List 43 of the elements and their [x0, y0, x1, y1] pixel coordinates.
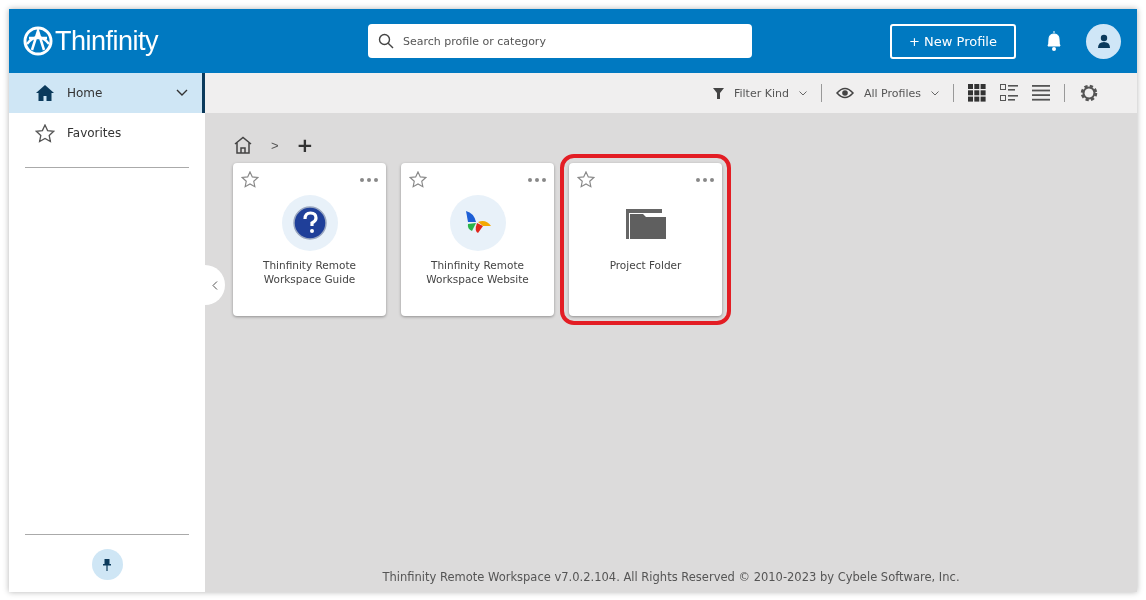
question-mark-icon — [281, 195, 338, 251]
profile-card[interactable]: Thinfinity Remote Workspace Guide — [233, 163, 386, 316]
star-icon[interactable] — [409, 171, 427, 188]
search-field[interactable]: Search profile or category — [368, 24, 752, 58]
more-icon[interactable] — [528, 177, 546, 182]
home-icon — [35, 84, 55, 102]
chevron-left-icon — [212, 280, 218, 290]
card-title: Thinfinity Remote Workspace Website — [425, 258, 530, 286]
profile-card[interactable]: Project Folder — [569, 163, 722, 316]
card-title: Thinfinity Remote Workspace Guide — [262, 258, 357, 286]
star-icon — [35, 123, 55, 143]
person-icon — [1097, 34, 1110, 48]
pin-icon — [103, 558, 111, 571]
list-view-icon[interactable] — [1032, 85, 1050, 101]
home-icon[interactable] — [233, 136, 253, 154]
new-profile-button[interactable]: + New Profile — [890, 23, 1016, 59]
sidebar-item[interactable]: Favorites — [9, 113, 205, 153]
footer-text: Thinfinity Remote Workspace v7.0.2.104. All Rights Reserved © 2010-2023 by Cybele Software, Inc. — [381, 570, 961, 584]
star-icon[interactable] — [577, 171, 595, 188]
sidebar-item[interactable]: Home — [9, 73, 205, 113]
more-icon[interactable] — [696, 177, 714, 182]
chevron-down-icon — [176, 89, 188, 97]
filter-kind-dropdown[interactable]: Filter Kind — [712, 86, 807, 100]
more-icon[interactable] — [360, 177, 378, 182]
bell-icon[interactable] — [1046, 30, 1062, 52]
chevron-down-icon — [931, 90, 939, 96]
breadcrumb-separator: > — [271, 137, 279, 153]
profiles-dropdown[interactable]: All Profiles — [835, 86, 939, 100]
pin-button[interactable] — [91, 549, 123, 580]
add-button[interactable]: + — [296, 133, 314, 157]
star-icon[interactable] — [241, 171, 259, 188]
settings-icon[interactable] — [1079, 83, 1099, 103]
globe-logo-icon — [23, 26, 53, 56]
funnel-icon — [712, 87, 724, 99]
chevron-down-icon — [798, 90, 807, 96]
logo-text: Thinfinity — [55, 25, 159, 57]
butterfly-logo-icon — [449, 195, 506, 251]
card-title: Project Folder — [609, 258, 682, 272]
user-avatar[interactable] — [1086, 23, 1121, 59]
eye-icon — [835, 87, 854, 99]
grid-view-icon[interactable] — [968, 84, 986, 102]
profile-card[interactable]: Thinfinity Remote Workspace Website — [401, 163, 554, 316]
detail-view-icon[interactable] — [1000, 84, 1018, 102]
